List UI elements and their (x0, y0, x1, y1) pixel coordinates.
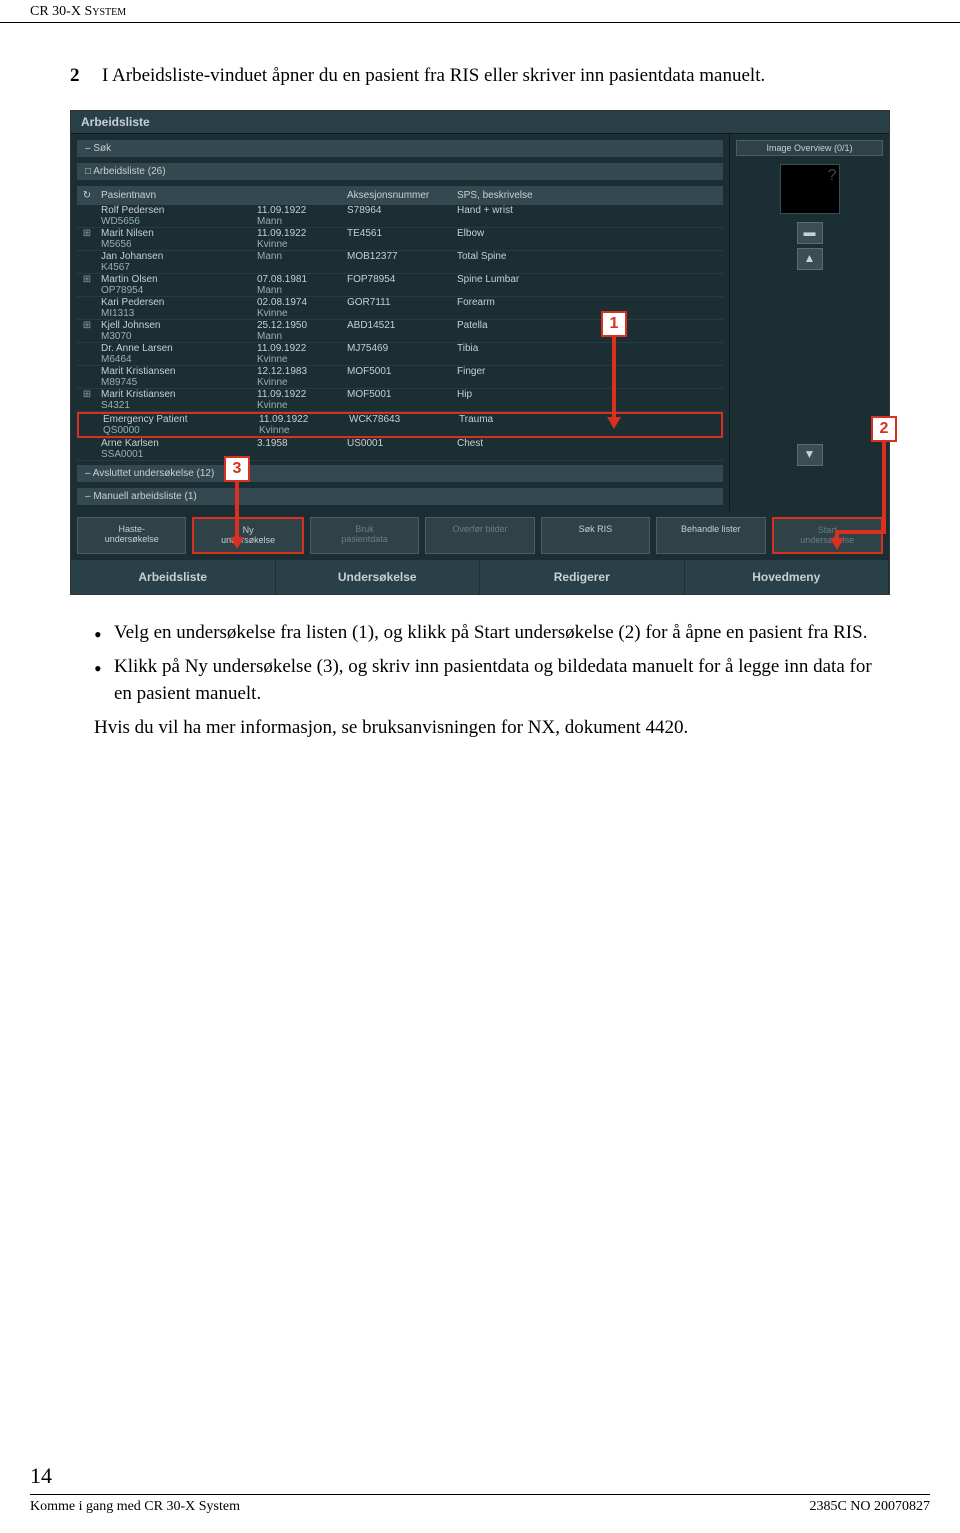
sort-toggle-icon[interactable]: ▬ (797, 222, 823, 244)
arrow-3 (235, 482, 239, 537)
arrow-3-head (230, 537, 244, 549)
table-row[interactable]: Jan JohansenK4567MannMOB12377Total Spine (77, 251, 723, 274)
action-button: Startundersøkelse (772, 517, 883, 555)
table-row[interactable]: ⊞Marit KristiansenS432111.09.1922KvinneM… (77, 389, 723, 412)
arrow-2a (882, 442, 886, 530)
thumbnail[interactable]: ? (780, 164, 840, 214)
action-button[interactable]: Haste-undersøkelse (77, 517, 186, 555)
expand-icon[interactable]: ⊞ (82, 389, 92, 400)
window-title: Arbeidsliste (71, 111, 889, 134)
tab[interactable]: Arbeidsliste (71, 560, 276, 594)
step-number: 2 (70, 63, 90, 90)
table-header: ↻ Pasientnavn Aksesjonsnummer SPS, beskr… (77, 186, 723, 205)
col-header-acc[interactable]: Aksesjonsnummer (347, 190, 457, 201)
arrow-1-head (607, 417, 621, 429)
collapsible-closed2[interactable]: – Manuell arbeidsliste (1) (77, 488, 723, 505)
closing-text: Hvis du vil ha mer informasjon, se bruks… (70, 714, 890, 742)
footer: Komme i gang med CR 30-X System 2385C NO… (30, 1494, 930, 1515)
image-overview-button[interactable]: Image Overview (0/1) (736, 140, 883, 156)
bullet-list: Velg en undersøkelse fra listen (1), og … (70, 619, 890, 708)
callout-1: 1 (601, 311, 627, 337)
expand-icon[interactable]: ⊞ (82, 274, 92, 285)
action-button: Brukpasientdata (310, 517, 419, 555)
table-row[interactable]: Arne KarlsenSSA00013.1958US0001Chest (77, 438, 723, 461)
arrow-2-head (830, 538, 844, 550)
table-row[interactable]: Rolf PedersenWD565611.09.1922MannS78964H… (77, 205, 723, 228)
table-row[interactable]: Dr. Anne LarsenM646411.09.1922KvinneMJ75… (77, 343, 723, 366)
arrow-2c (835, 530, 839, 538)
action-button[interactable]: Nyundersøkelse (192, 517, 303, 555)
page-number: 14 (30, 1463, 52, 1489)
button-row: Haste-undersøkelseNyundersøkelseBrukpasi… (71, 511, 889, 561)
collapsible-worklist[interactable]: □ Arbeidsliste (26) (77, 163, 723, 180)
refresh-icon[interactable]: ↻ (77, 190, 97, 201)
action-button[interactable]: Behandle lister (656, 517, 765, 555)
col-header-sps[interactable]: SPS, beskrivelse (457, 190, 723, 201)
callout-3: 3 (224, 456, 250, 482)
header-title: CR 30-X System (30, 4, 126, 19)
bullet-1: Velg en undersøkelse fra listen (1), og … (94, 619, 890, 647)
step-block: 2 I Arbeidsliste-vinduet åpner du en pas… (70, 63, 890, 90)
screenshot-arbeidsliste: Arbeidsliste – Søk □ Arbeidsliste (26) ↻… (70, 110, 890, 596)
tab-row: ArbeidslisteUndersøkelseRedigererHovedme… (71, 560, 889, 594)
bullet-2: Klikk på Ny undersøkelse (3), og skriv i… (94, 653, 890, 708)
footer-right: 2385C NO 20070827 (809, 1499, 930, 1515)
footer-left: Komme i gang med CR 30-X System (30, 1499, 240, 1515)
action-button: Overfør bilder (425, 517, 534, 555)
expand-icon[interactable]: ⊞ (82, 320, 92, 331)
collapsible-sok[interactable]: – Søk (77, 140, 723, 157)
arrow-2b (836, 530, 886, 534)
collapsible-closed1[interactable]: – Avsluttet undersøkelse (12) (77, 465, 723, 482)
callout-2: 2 (871, 416, 897, 442)
arrow-1 (612, 337, 616, 417)
scroll-up-icon[interactable]: ▲ (797, 248, 823, 270)
thumb-question-icon: ? (783, 167, 837, 185)
action-button[interactable]: Søk RIS (541, 517, 650, 555)
step-text: I Arbeidsliste-vinduet åpner du en pasie… (102, 63, 765, 90)
col-header-name[interactable]: Pasientnavn (97, 190, 257, 201)
table-row[interactable]: Emergency PatientQS000011.09.1922KvinneW… (77, 412, 723, 438)
running-header: CR 30-X System (0, 0, 960, 23)
expand-icon[interactable]: ⊞ (82, 228, 92, 239)
tab[interactable]: Undersøkelse (276, 560, 481, 594)
scroll-down-icon[interactable]: ▼ (797, 444, 823, 466)
tab[interactable]: Hovedmeny (685, 560, 890, 594)
table-row[interactable]: Marit KristiansenM8974512.12.1983KvinneM… (77, 366, 723, 389)
table-row[interactable]: ⊞Martin OlsenOP7895407.08.1981MannFOP789… (77, 274, 723, 297)
tab[interactable]: Redigerer (480, 560, 685, 594)
table-row[interactable]: ⊞Marit NilsenM565611.09.1922KvinneTE4561… (77, 228, 723, 251)
